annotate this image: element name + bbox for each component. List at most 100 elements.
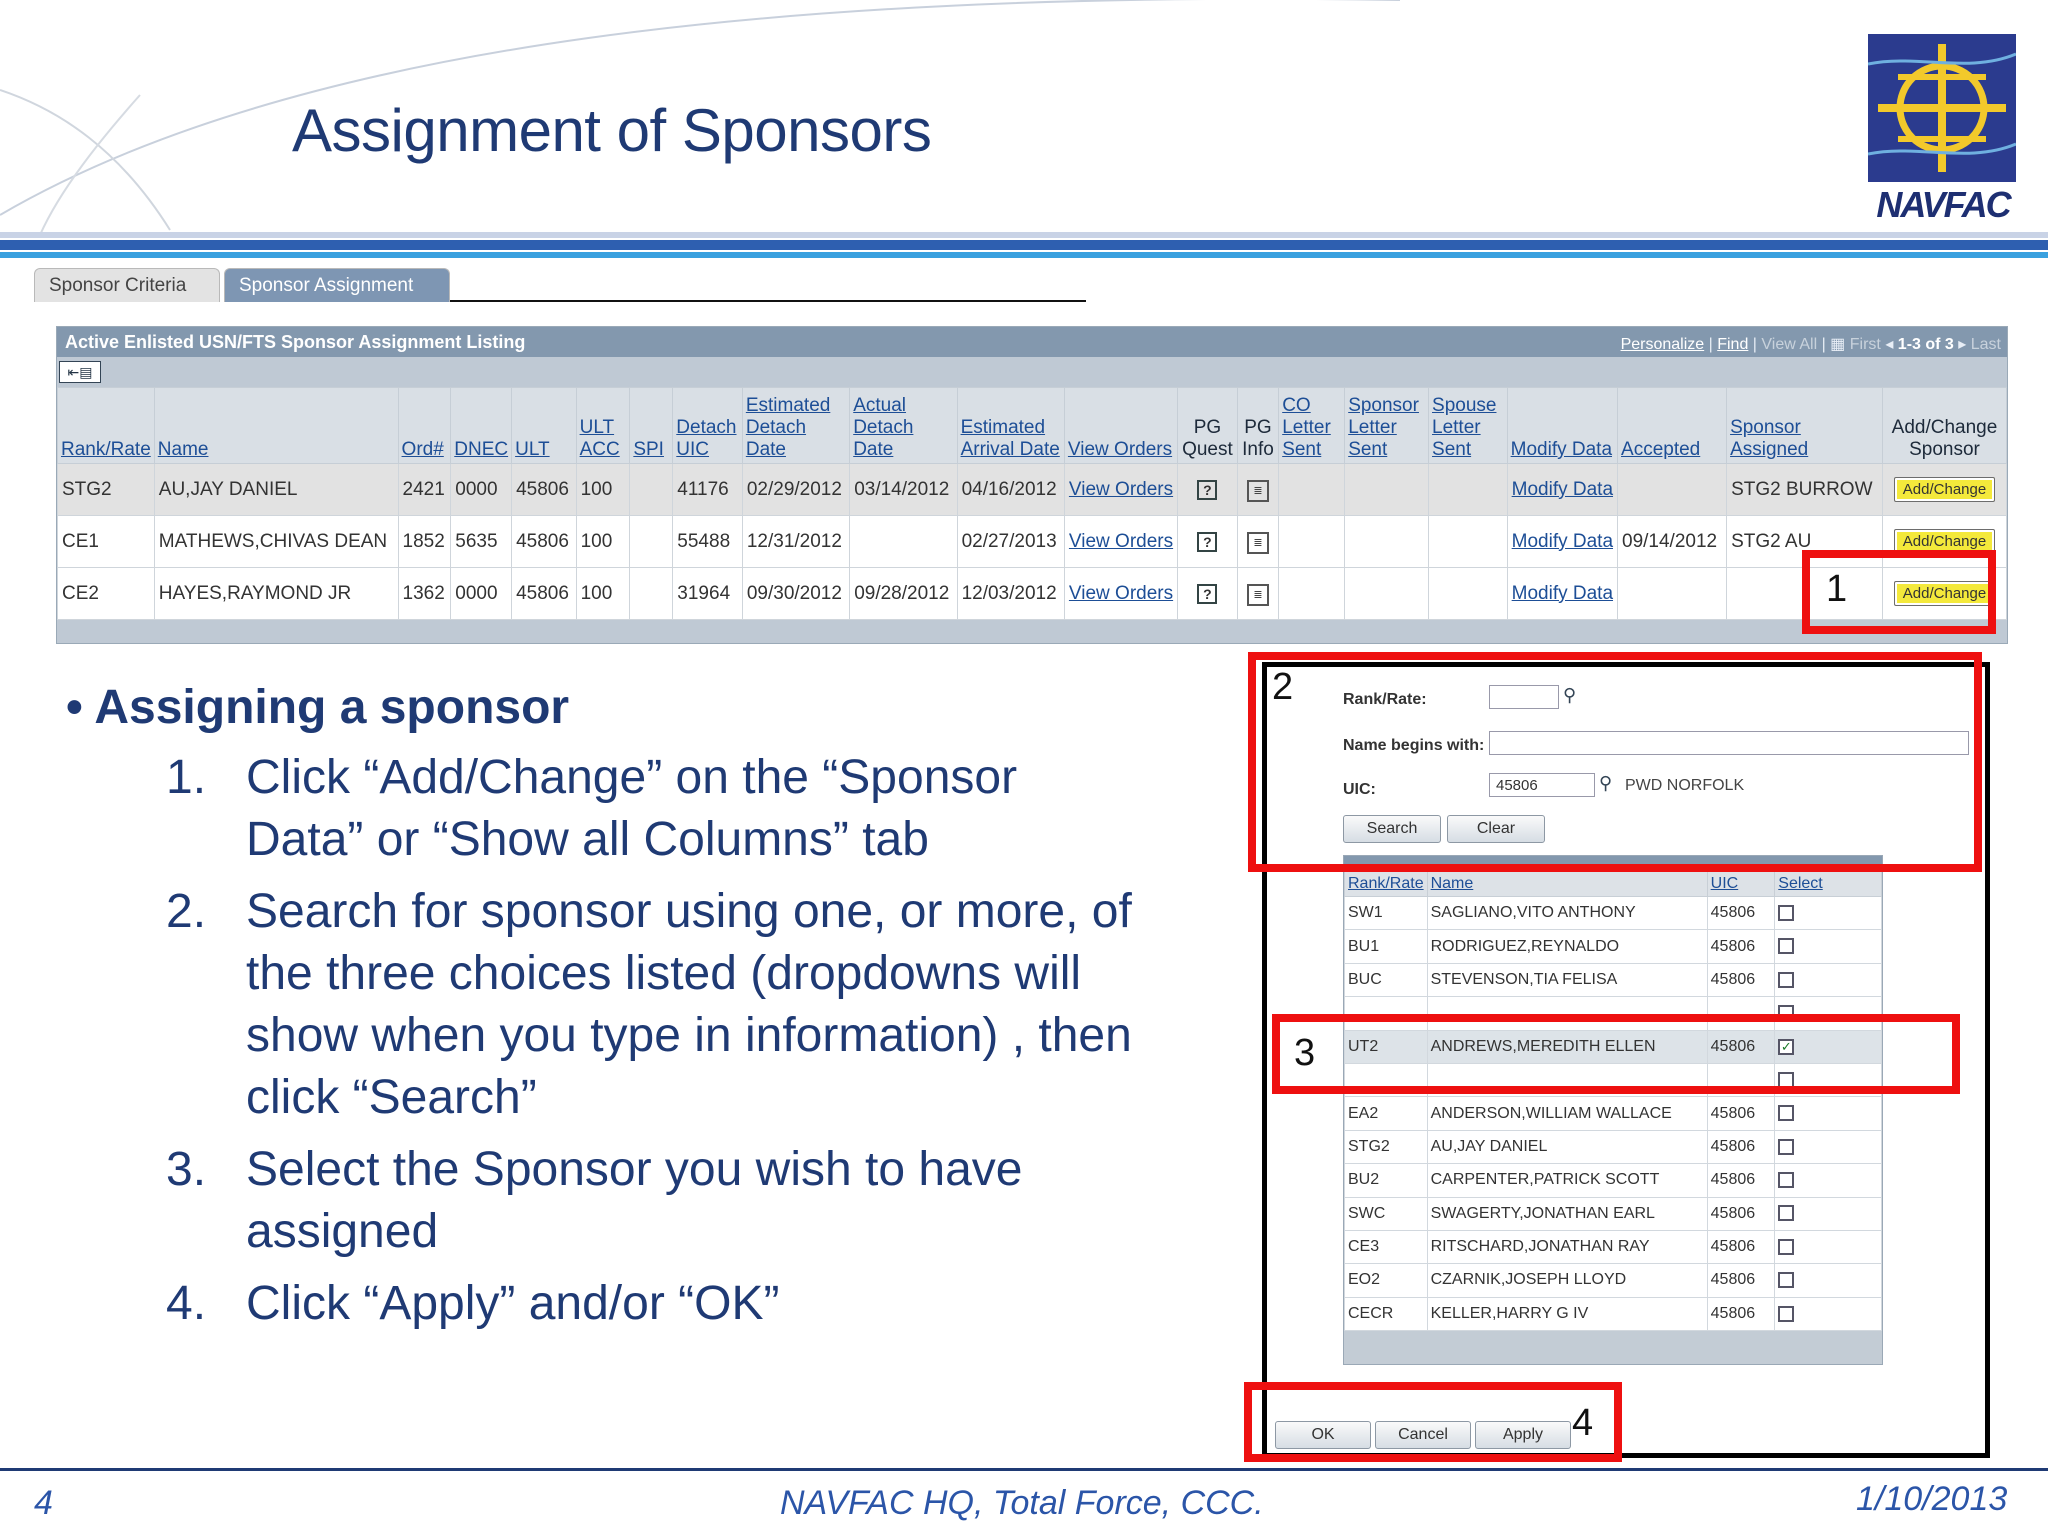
col-detach-uic[interactable]: Detach UIC <box>672 387 743 464</box>
bullet-heading-text: Assigning a sponsor <box>94 681 570 734</box>
select-checkbox[interactable] <box>1778 904 1795 921</box>
results-col-uic[interactable]: UIC <box>1706 870 1776 897</box>
select-checkbox[interactable] <box>1778 971 1795 988</box>
view-orders-link[interactable]: View Orders <box>1069 479 1173 501</box>
col-pg-info: PG Info <box>1236 387 1280 464</box>
add-change-button[interactable]: Add/Change <box>1893 477 1996 502</box>
col-ult[interactable]: ULT <box>511 387 577 464</box>
step-number: 4. <box>166 1277 207 1330</box>
select-checkbox[interactable] <box>1778 938 1795 955</box>
col-dnec[interactable]: DNEC <box>450 387 513 464</box>
bullet-heading: • Assigning a sponsor <box>66 681 570 734</box>
col-spi[interactable]: SPI <box>629 387 674 464</box>
cell-detach-uic: 41176 <box>672 463 743 516</box>
step-line: assigned <box>246 1205 439 1258</box>
select-checkbox[interactable] <box>1778 1172 1795 1189</box>
cell-spouse-letter <box>1428 567 1508 620</box>
footer-date: 1/10/2013 <box>1856 1480 2008 1518</box>
form-icon[interactable]: ≣ <box>1246 583 1269 606</box>
select-checkbox[interactable] <box>1778 1305 1795 1322</box>
modify-data-link[interactable]: Modify Data <box>1512 583 1613 605</box>
last-arrow-icon[interactable]: ▸ <box>1958 336 1966 353</box>
last-link[interactable]: Last <box>1971 336 2001 353</box>
cell-est-detach: 02/29/2012 <box>741 463 851 516</box>
cell-dnec: 0000 <box>450 463 513 516</box>
cell-accepted <box>1617 567 1728 620</box>
col-estimated-arrival-date[interactable]: Estimated Arrival Date <box>956 387 1065 464</box>
form-icon[interactable]: ≣ <box>1246 531 1269 554</box>
col-ord[interactable]: Ord# <box>397 387 452 464</box>
view-orders-link[interactable]: View Orders <box>1069 583 1173 605</box>
view-orders-link[interactable]: View Orders <box>1069 531 1173 553</box>
first-arrow-icon[interactable]: ◂ <box>1885 336 1893 353</box>
sponsor-listing: Active Enlisted USN/FTS Sponsor Assignme… <box>56 326 2008 644</box>
result-row[interactable]: BU1 RODRIGUEZ,REYNALDO 45806 <box>1344 929 1882 964</box>
result-row[interactable]: EO2 CZARNIK,JOSEPH LLOYD 45806 <box>1344 1263 1882 1298</box>
step-3: 3. Select the Sponsor you wish to have a… <box>66 1139 1236 1263</box>
result-row[interactable]: BUC STEVENSON,TIA FELISA 45806 <box>1344 962 1882 998</box>
results-col-name[interactable]: Name <box>1426 870 1708 897</box>
form-icon[interactable]: ≣ <box>1246 479 1269 502</box>
result-name: AU,JAY DANIEL <box>1426 1129 1708 1165</box>
modify-data-link[interactable]: Modify Data <box>1512 479 1613 501</box>
result-row[interactable]: BU2 CARPENTER,PATRICK SCOTT 45806 <box>1344 1163 1882 1198</box>
select-checkbox[interactable] <box>1778 1272 1795 1289</box>
col-modify-data[interactable]: Modify Data <box>1506 387 1619 464</box>
help-icon[interactable]: ? <box>1197 531 1218 552</box>
col-sponsor-letter-sent[interactable]: Sponsor Letter Sent <box>1344 387 1430 464</box>
spreadsheet-icon[interactable]: ▦ <box>1830 336 1845 353</box>
cell-sponsor-letter <box>1344 463 1430 516</box>
result-row[interactable]: CE3 RITSCHARD,JONATHAN RAY 45806 <box>1344 1229 1882 1265</box>
step-line: Click “Apply” and/or “OK” <box>246 1277 780 1330</box>
result-name: CARPENTER,PATRICK SCOTT <box>1426 1163 1708 1198</box>
result-row[interactable]: SW1 SAGLIANO,VITO ANTHONY 45806 <box>1344 895 1882 931</box>
callout-box-4 <box>1244 1382 1622 1462</box>
cell-ord: 1362 <box>397 567 452 620</box>
cell-accepted <box>1617 463 1728 516</box>
col-rank-rate[interactable]: Rank/Rate <box>57 387 155 464</box>
col-sponsor-assigned[interactable]: Sponsor Assigned <box>1726 387 1883 464</box>
results-body: SW1 SAGLIANO,VITO ANTHONY 45806 BU1 RODRIGUE… <box>1344 895 1882 1332</box>
col-name[interactable]: Name <box>153 387 399 464</box>
cell-name: AU,JAY DANIEL <box>153 463 399 516</box>
tab-sponsor-criteria[interactable]: Sponsor Criteria <box>34 268 220 302</box>
col-accepted[interactable]: Accepted <box>1617 387 1728 464</box>
slide: Assignment of Sponsors NAVFAC Sponsor Cr… <box>0 0 2048 1536</box>
modify-data-link[interactable]: Modify Data <box>1512 531 1613 553</box>
grid-icon[interactable]: ⇤▤ <box>59 361 101 383</box>
personalize-link[interactable]: Personalize <box>1621 336 1705 353</box>
help-icon[interactable]: ? <box>1197 479 1218 500</box>
col-spouse-letter-sent[interactable]: Spouse Letter Sent <box>1428 387 1508 464</box>
cell-detach-uic: 31964 <box>672 567 743 620</box>
listing-header: Active Enlisted USN/FTS Sponsor Assignme… <box>57 327 2007 357</box>
result-row[interactable]: CECR KELLER,HARRY G IV 45806 <box>1344 1296 1882 1332</box>
step-number: 1. <box>166 751 207 804</box>
col-view-orders[interactable]: View Orders <box>1063 387 1179 464</box>
find-link[interactable]: Find <box>1717 336 1748 353</box>
result-name: CZARNIK,JOSEPH LLOYD <box>1426 1263 1708 1298</box>
result-row[interactable]: SWC SWAGERTY,JONATHAN EARL 45806 <box>1344 1196 1882 1231</box>
col-estimated-detach-date[interactable]: Estimated Detach Date <box>741 387 851 464</box>
result-row[interactable]: STG2 AU,JAY DANIEL 45806 <box>1344 1129 1882 1165</box>
result-row[interactable]: EA2 ANDERSON,WILLIAM WALLACE 45806 <box>1344 1096 1882 1131</box>
cell-act-detach <box>849 515 958 568</box>
view-all-link[interactable]: View All <box>1761 336 1817 353</box>
select-checkbox[interactable] <box>1778 1205 1795 1222</box>
cell-spi <box>629 567 674 620</box>
cell-ult-acc: 100 <box>575 515 631 568</box>
col-co-letter-sent[interactable]: CO Letter Sent <box>1278 387 1346 464</box>
first-link[interactable]: First <box>1850 336 1881 353</box>
cell-ult: 45806 <box>511 463 577 516</box>
callout-box-2 <box>1248 652 1982 872</box>
help-icon[interactable]: ? <box>1197 583 1218 604</box>
results-col-select[interactable]: Select <box>1774 870 1882 897</box>
result-rank: BUC <box>1344 962 1428 998</box>
results-col-rank[interactable]: Rank/Rate <box>1344 870 1428 897</box>
tab-sponsor-assignment[interactable]: Sponsor Assignment <box>224 268 450 302</box>
result-name: STEVENSON,TIA FELISA <box>1426 962 1708 998</box>
select-checkbox[interactable] <box>1778 1238 1795 1255</box>
col-actual-detach-date[interactable]: Actual Detach Date <box>849 387 958 464</box>
select-checkbox[interactable] <box>1778 1138 1795 1155</box>
col-ult-acc[interactable]: ULT ACC <box>575 387 631 464</box>
select-checkbox[interactable] <box>1778 1105 1795 1122</box>
